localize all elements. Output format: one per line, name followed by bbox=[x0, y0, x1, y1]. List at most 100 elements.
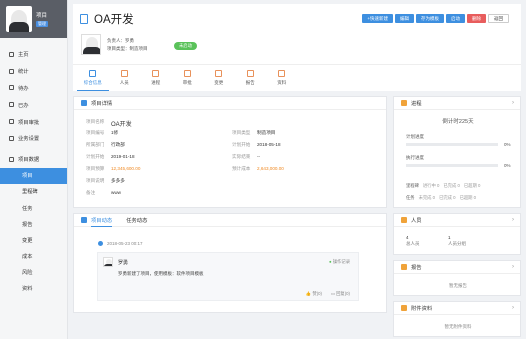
detail-row: 项目预算 12,345,600.00 bbox=[86, 166, 141, 171]
actual-progress-pct: 0% bbox=[504, 163, 511, 168]
type-label: 项目类型：制造项目 bbox=[107, 45, 148, 51]
delete-button[interactable]: 删除 bbox=[467, 14, 486, 23]
tab-change[interactable]: 变更 bbox=[203, 65, 235, 91]
nav-item-stats[interactable]: 统计 bbox=[0, 63, 67, 80]
nav-item-data[interactable]: 项目数据 bbox=[0, 151, 67, 168]
page-title: OA开发 bbox=[94, 14, 134, 26]
actual-progress-bar bbox=[406, 164, 498, 167]
people-icon bbox=[401, 217, 407, 223]
sub-item-cost[interactable]: 成本 bbox=[0, 249, 67, 265]
nav-item-settings[interactable]: 业务设置 bbox=[0, 130, 67, 147]
detail-row: 项目说明 多多多 bbox=[86, 178, 125, 183]
project-logo bbox=[6, 6, 32, 32]
tab-project-feed[interactable]: 项目动态 bbox=[91, 214, 113, 227]
activity-card: 罗勇 ● 操作记录 罗勇新建了项目，使用模板：软件项目模板 👍 赞(0) ▭ 回… bbox=[97, 252, 359, 301]
clock-icon bbox=[9, 85, 14, 91]
home-icon bbox=[9, 51, 14, 57]
detail-row: 计划开始 2019-01-18 bbox=[86, 154, 135, 159]
details-title: 项目详情 bbox=[91, 101, 113, 107]
save-template-button[interactable]: 存为模板 bbox=[416, 14, 444, 23]
sub-item-change[interactable]: 变更 bbox=[0, 232, 67, 248]
nav-item-approval[interactable]: 项目审批 bbox=[0, 113, 67, 130]
progress-panel: 进程 › 倒计时225天 计划进度 0% 执行进度 0% 里程碑 进行中 0 已完… bbox=[393, 96, 521, 208]
report-title: 报告 bbox=[411, 265, 422, 271]
total-people: 4 总人员 bbox=[406, 235, 420, 246]
tab-progress[interactable]: 进程 bbox=[140, 65, 172, 91]
attachments-title: 附件资料 bbox=[411, 306, 433, 312]
feed-icon bbox=[81, 217, 87, 223]
tab-people[interactable]: 人员 bbox=[109, 65, 141, 91]
refresh-icon bbox=[215, 70, 223, 77]
attachment-icon bbox=[401, 305, 407, 311]
data-icon bbox=[9, 156, 14, 162]
progress-icon bbox=[401, 100, 407, 106]
chevron-right-icon[interactable]: › bbox=[512, 305, 514, 311]
tab-report[interactable]: 报告 bbox=[235, 65, 267, 91]
person-icon bbox=[120, 70, 128, 77]
stamp-icon bbox=[183, 70, 191, 77]
detail-row: 备注 www bbox=[86, 190, 121, 195]
tab-docs[interactable]: 资料 bbox=[266, 65, 298, 91]
nav-item-home[interactable]: 主页 bbox=[0, 46, 67, 63]
status-badge: 未启动 bbox=[174, 42, 197, 50]
sub-item-task[interactable]: 任务 bbox=[0, 200, 67, 216]
people-groups: 1 人员分组 bbox=[448, 235, 466, 246]
task-stats: 任务 未完成 0 已完成 0 已超期 0 bbox=[406, 195, 477, 200]
detail-row: 项目编号 1修 bbox=[86, 130, 119, 135]
detail-row: 计划开始 2018-05-18 bbox=[232, 142, 281, 147]
chevron-right-icon[interactable]: › bbox=[512, 217, 514, 223]
detail-row: 实际结束 -- bbox=[232, 154, 261, 159]
details-icon bbox=[81, 100, 87, 106]
report-icon bbox=[246, 70, 254, 77]
approval-icon bbox=[9, 119, 14, 125]
like-button[interactable]: 👍 赞(0) bbox=[306, 291, 322, 297]
flag-icon bbox=[152, 70, 160, 77]
plan-progress-pct: 0% bbox=[504, 142, 511, 147]
tab-bar-filler bbox=[387, 64, 521, 91]
people-panel: 人员 › 4 总人员 1 人员分组 bbox=[393, 213, 521, 255]
sub-item-report[interactable]: 报告 bbox=[0, 216, 67, 232]
actual-progress-label: 执行进度 bbox=[406, 155, 424, 160]
quick-create-button[interactable]: +快速新建 bbox=[362, 14, 393, 23]
nav-item-todo[interactable]: 待办 bbox=[0, 80, 67, 97]
sub-item-milestone[interactable]: 里程碑 bbox=[0, 184, 67, 200]
report-empty: 暂无报告 bbox=[449, 283, 467, 288]
details-panel: 项目详情 项目名称 OA开发 项目编号 1修 所属部门 行政部 计划开始 2019-01… bbox=[73, 96, 387, 208]
sub-item-risk[interactable]: 风险 bbox=[0, 265, 67, 281]
report-icon bbox=[401, 264, 407, 270]
nav-item-done[interactable]: 已办 bbox=[0, 96, 67, 113]
timeline-dot-icon bbox=[98, 241, 103, 246]
tab-approval[interactable]: 审批 bbox=[172, 65, 204, 91]
sub-item-project[interactable]: 项目 bbox=[0, 167, 67, 184]
feed-user: 罗勇 bbox=[118, 260, 129, 266]
report-panel: 报告 › 暂无报告 bbox=[393, 260, 521, 296]
sidebar-header: 项目 管理 bbox=[0, 0, 67, 38]
owner-avatar bbox=[81, 34, 101, 55]
sidebar-project-badge: 管理 bbox=[36, 21, 48, 27]
folder-icon bbox=[278, 70, 286, 77]
edit-button[interactable]: 编辑 bbox=[395, 14, 414, 23]
back-button[interactable]: 返回 bbox=[488, 14, 509, 23]
reply-button[interactable]: ▭ 回复(0) bbox=[331, 291, 350, 297]
plan-progress-label: 计划进度 bbox=[406, 134, 424, 139]
sub-item-docs[interactable]: 资料 bbox=[0, 281, 67, 297]
sidebar: 项目 管理 主页 统计 待办 已办 项目审批 业务设置 项目数据 项目 里程碑 … bbox=[0, 0, 68, 339]
attachments-panel: 附件资料 › 暂无附件资料 bbox=[393, 301, 521, 337]
check-icon bbox=[9, 102, 14, 108]
chevron-right-icon[interactable]: › bbox=[512, 100, 514, 106]
detail-row: 所属部门 行政部 bbox=[86, 142, 125, 147]
plan-progress-bar bbox=[406, 143, 498, 146]
feed-text: 罗勇新建了项目，使用模板：软件项目模板 bbox=[118, 271, 204, 276]
attachments-empty: 暂无附件资料 bbox=[444, 324, 472, 329]
feed-panel: 项目动态 任务动态 2018-05-23 00:17 罗勇 ● 操作记录 罗勇新… bbox=[73, 213, 387, 313]
countdown: 倒计时225天 bbox=[442, 119, 474, 125]
chevron-right-icon[interactable]: › bbox=[512, 264, 514, 270]
milestone-stats: 里程碑 进行中 0 已完成 0 已超期 0 bbox=[406, 183, 481, 188]
owner-label: 负责人：罗勇 bbox=[107, 37, 134, 43]
detail-row: 项目名称 OA开发 bbox=[86, 119, 132, 128]
tab-task-feed[interactable]: 任务动态 bbox=[126, 214, 147, 227]
tab-overview[interactable]: 综合信息 bbox=[77, 65, 109, 91]
people-title: 人员 bbox=[411, 218, 422, 224]
start-button[interactable]: 启动 bbox=[446, 14, 465, 23]
detail-row: 项目类型 制造项目 bbox=[232, 130, 276, 135]
